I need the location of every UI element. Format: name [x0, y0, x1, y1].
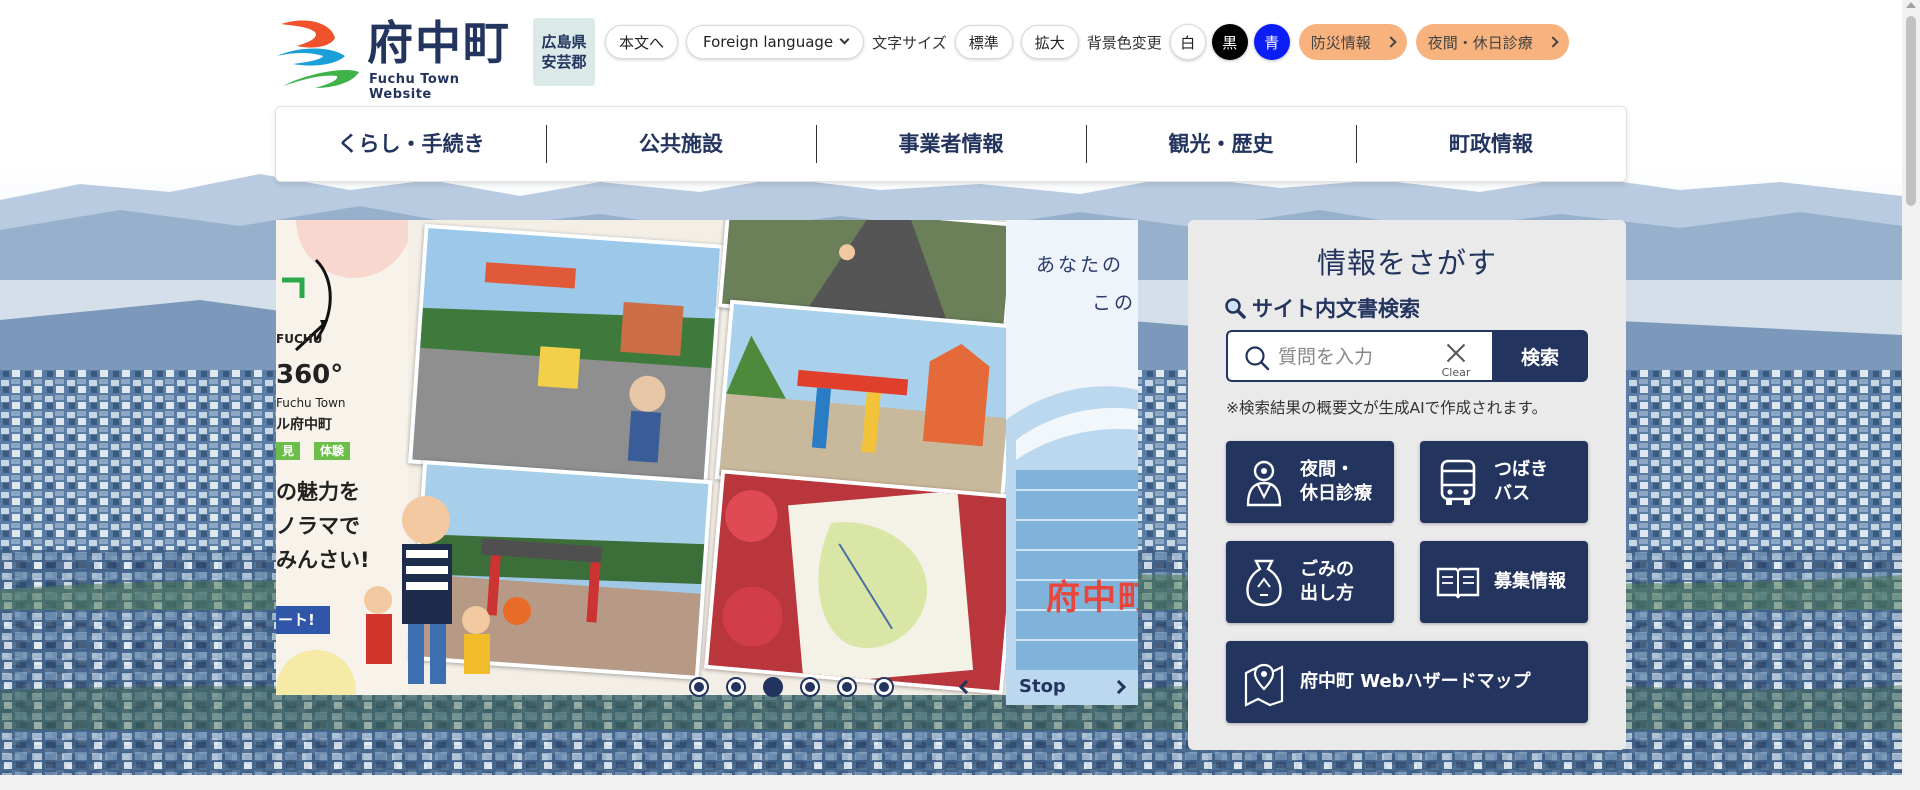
slide-town-text: Fuchu Town — [276, 396, 346, 410]
nav-item-town-administration[interactable]: 町政情報 — [1356, 125, 1626, 163]
bg-blue-button[interactable]: 青 — [1253, 24, 1290, 60]
site-logo[interactable]: 府中町 Fuchu Town Website — [275, 14, 525, 102]
night-holiday-clinic-button[interactable]: 夜間・休日診療 — [1415, 24, 1569, 60]
search-panel: 情報をさがす サイト内文書検索 Clear 検索 ※検索結果の概要文が生成AIで… — [1188, 220, 1626, 750]
site-search-heading: サイト内文書検索 — [1224, 293, 1420, 323]
district-name: 安芸郡 — [541, 53, 587, 71]
slide-photo-map — [703, 469, 1006, 695]
scroll-up-arrow-icon[interactable] — [1906, 2, 1916, 8]
search-panel-title: 情報をさがす — [1316, 246, 1497, 280]
doctor-icon — [1246, 460, 1282, 507]
slide-next-line2: この — [1092, 292, 1137, 314]
slide-dot-2[interactable] — [726, 676, 746, 697]
search-field[interactable]: Clear — [1226, 330, 1492, 382]
garbage-bag-recycle-icon — [1246, 559, 1282, 607]
nav-item-business[interactable]: 事業者情報 — [816, 125, 1086, 163]
logo-title: 府中町 — [367, 16, 511, 70]
slideshow-controls: Stop — [689, 668, 1138, 705]
hazard-map-link-button[interactable]: 府中町 Webハザードマップ — [1226, 641, 1588, 723]
night-clinic-link-label: 夜間・ 休日診療 — [1300, 459, 1372, 504]
site-header: 府中町 Fuchu Town Website 広島県 安芸郡 本文へ Forei… — [275, 14, 1627, 102]
garbage-link-label: ごみの 出し方 — [1300, 559, 1354, 604]
foreign-language-select[interactable]: Foreign language — [686, 25, 865, 59]
map-pin-icon — [1244, 663, 1284, 707]
fuchu-logo-mark-icon — [277, 20, 359, 88]
prefecture-badge: 広島県 安芸郡 — [533, 18, 595, 86]
night-holiday-clinic-label: 夜間・休日診療 — [1427, 33, 1533, 52]
slide-badge-text: FUCHU — [276, 332, 323, 346]
slide-characters-icon — [364, 496, 490, 684]
clear-label: Clear — [1441, 366, 1471, 379]
nav-item-living[interactable]: くらし・手続き — [276, 125, 546, 163]
close-icon — [1446, 342, 1466, 362]
site-search-heading-text: サイト内文書検索 — [1252, 297, 1420, 321]
slide-prev-chevron-icon[interactable] — [958, 679, 974, 694]
slide-next-title: 府中町 — [1046, 578, 1138, 618]
search-submit-button[interactable]: 検索 — [1492, 330, 1588, 382]
search-input[interactable] — [1278, 342, 1428, 372]
slide-virtual-text: ル府中町 — [276, 417, 332, 433]
bg-white-button[interactable]: 白 — [1169, 24, 1206, 60]
bus-icon — [1440, 459, 1476, 505]
skip-to-content-button[interactable]: 本文へ — [605, 25, 679, 59]
recruitment-link-button[interactable]: 募集情報 — [1420, 541, 1588, 623]
prefecture-name: 広島県 — [541, 33, 587, 51]
global-navigation: くらし・手続き 公共施設 事業者情報 観光・歴史 町政情報 — [275, 106, 1627, 182]
slide-tag-experience: 体験 — [314, 442, 351, 460]
utility-toolbar: 本文へ Foreign language 文字サイズ 標準 拡大 背景色変更 白… — [605, 24, 1575, 60]
slide-next-preview[interactable]: あなたの この 府中町 — [1006, 220, 1138, 705]
disaster-info-button[interactable]: 防災情報 — [1298, 24, 1407, 60]
chevron-right-icon — [1385, 36, 1397, 48]
slide-dot-3[interactable] — [763, 676, 783, 697]
logo-subtitle: Fuchu Town Website — [369, 72, 460, 102]
clear-button[interactable]: Clear — [1434, 338, 1478, 379]
slide-dot-6[interactable] — [874, 676, 894, 697]
bg-black-button[interactable]: 黒 — [1211, 24, 1248, 60]
slide-building-icon — [1006, 386, 1138, 705]
garbage-link-button[interactable]: ごみの 出し方 — [1226, 541, 1394, 623]
recruitment-link-label: 募集情報 — [1494, 571, 1566, 592]
scroll-thumb[interactable] — [1906, 16, 1916, 206]
slide-dot-1[interactable] — [689, 676, 709, 697]
slide-photo-playground-vr — [407, 223, 725, 485]
slide-dot-5[interactable] — [837, 676, 857, 697]
chevron-down-icon — [839, 34, 850, 45]
slide-dot-4[interactable] — [800, 676, 820, 697]
hazard-map-link-label: 府中町 Webハザードマップ — [1300, 671, 1531, 692]
nav-item-public-facilities[interactable]: 公共施設 — [546, 125, 816, 163]
chevron-right-icon — [1547, 36, 1559, 48]
slide-start-button[interactable]: ート! — [276, 606, 330, 634]
disaster-info-label: 防災情報 — [1310, 33, 1371, 52]
foreign-language-label: Foreign language — [703, 33, 834, 51]
hero-slideshow: FUCHU 360° Fuchu Town ル府中町 見 体験 の魅力を ノラマ… — [276, 220, 1138, 705]
search-icon — [1245, 346, 1270, 371]
font-size-normal-button[interactable]: 標準 — [954, 25, 1013, 59]
slide-tag-see: 見 — [276, 442, 301, 460]
page-scrollbar[interactable] — [1902, 0, 1920, 790]
font-size-label: 文字サイズ — [872, 33, 947, 52]
tsubaki-bus-link-label: つばき バス — [1494, 459, 1548, 504]
nav-item-tourism-history[interactable]: 観光・歴史 — [1086, 125, 1356, 163]
slide-stop-button[interactable]: Stop — [1019, 676, 1066, 697]
font-size-large-button[interactable]: 拡大 — [1020, 25, 1079, 59]
background-color-label: 背景色変更 — [1086, 33, 1162, 52]
slide-next-chevron-icon[interactable] — [1111, 679, 1126, 694]
slide-next-line1: あなたの — [1036, 254, 1125, 276]
magnifier-icon — [1225, 298, 1246, 319]
tsubaki-bus-link-button[interactable]: つばき バス — [1420, 441, 1588, 523]
slide-next-text: あなたの この — [1036, 246, 1136, 322]
night-clinic-link-button[interactable]: 夜間・ 休日診療 — [1226, 441, 1394, 523]
slide-virtual-fuchu[interactable]: FUCHU 360° Fuchu Town ル府中町 見 体験 の魅力を ノラマ… — [276, 220, 1006, 695]
open-book-icon — [1436, 567, 1480, 599]
slide-360-text: 360° — [276, 360, 344, 390]
search-ai-note: ※検索結果の概要文が生成AIで作成されます。 — [1226, 399, 1548, 417]
